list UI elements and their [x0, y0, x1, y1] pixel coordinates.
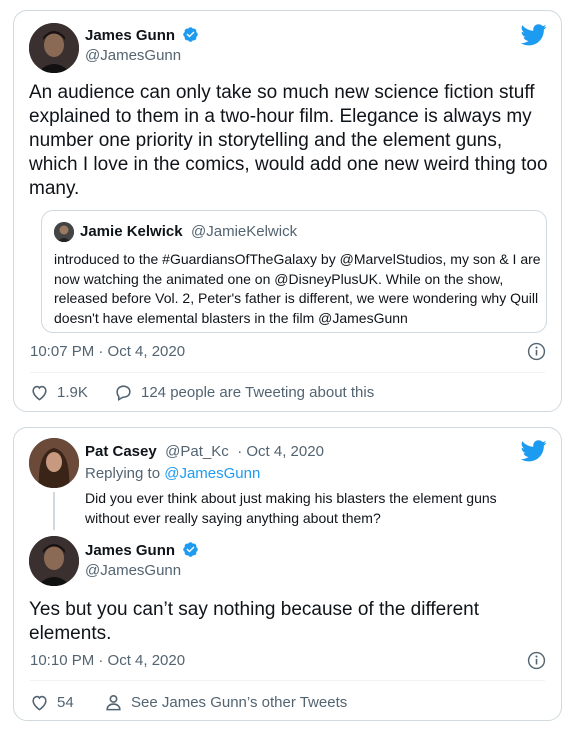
author-name-row[interactable]: James Gunn — [85, 26, 199, 45]
quoted-author-name[interactable]: Jamie Kelwick — [80, 223, 183, 240]
parent-date[interactable]: · Oct 4, 2020 — [237, 443, 324, 460]
twitter-bird-icon[interactable] — [521, 24, 547, 46]
tweet-timestamp[interactable]: 10:07 PM · Oct 4, 2020 — [30, 343, 185, 360]
profile-tweets-label: See James Gunn’s other Tweets — [131, 694, 348, 711]
like-count: 54 — [57, 694, 74, 711]
info-icon[interactable] — [527, 651, 546, 670]
quoted-author-row[interactable]: Jamie Kelwick @JamieKelwick — [80, 223, 297, 241]
reply-author-name[interactable]: James Gunn — [85, 542, 175, 559]
quoted-tweet[interactable]: Jamie Kelwick @JamieKelwick introduced t… — [41, 210, 547, 333]
replying-to-line: Replying to @JamesGunn — [85, 465, 260, 482]
parent-author-name[interactable]: Pat Casey — [85, 443, 157, 460]
tweet-text: An audience can only take so much new sc… — [29, 82, 548, 199]
parent-author-handle[interactable]: @Pat_Kc — [165, 443, 229, 460]
quoted-author-handle[interactable]: @JamieKelwick — [191, 223, 297, 240]
parent-avatar[interactable] — [29, 438, 79, 488]
parent-tweet-text: Did you ever think about just making his… — [85, 490, 497, 526]
replying-to-prefix: Replying to — [85, 465, 165, 482]
replying-to-link[interactable]: @JamesGunn — [164, 465, 260, 482]
quoted-tweet-text: introduced to the #GuardiansOfTheGalaxy … — [54, 251, 541, 326]
reply-bubble-icon — [116, 385, 131, 402]
divider — [30, 372, 545, 373]
verified-badge-icon — [183, 542, 199, 557]
reply-timestamp[interactable]: 10:10 PM · Oct 4, 2020 — [30, 652, 185, 669]
info-icon[interactable] — [527, 342, 546, 361]
heart-icon — [32, 695, 47, 711]
tweet-card-2[interactable]: Pat Casey @Pat_Kc · Oct 4, 2020 Replying… — [13, 427, 562, 721]
tweeting-about-label: 124 people are Tweeting about this — [141, 384, 375, 401]
reply-author-handle[interactable]: @JamesGunn — [85, 562, 181, 579]
reply-avatar[interactable] — [29, 536, 79, 586]
profile-tweets-link[interactable]: See James Gunn’s other Tweets — [104, 693, 347, 712]
thread-line — [53, 492, 55, 530]
like-button[interactable]: 54 — [30, 693, 74, 712]
heart-icon — [32, 385, 47, 401]
like-count: 1.9K — [57, 384, 88, 401]
tweet-card-1[interactable]: James Gunn @JamesGunn An audience can on… — [13, 10, 562, 412]
reply-author-row[interactable]: James Gunn — [85, 541, 199, 560]
person-icon — [106, 694, 121, 711]
reply-tweet-text: Yes but you can’t say nothing because of… — [29, 599, 479, 644]
tweeting-about-link[interactable]: 124 people are Tweeting about this — [114, 383, 374, 402]
twitter-bird-icon[interactable] — [521, 440, 547, 462]
avatar[interactable] — [29, 23, 79, 73]
author-handle[interactable]: @JamesGunn — [85, 47, 181, 64]
author-name[interactable]: James Gunn — [85, 27, 175, 44]
divider — [30, 680, 545, 681]
quoted-avatar[interactable] — [54, 222, 74, 242]
like-button[interactable]: 1.9K — [30, 383, 88, 402]
parent-author-row[interactable]: Pat Casey @Pat_Kc · Oct 4, 2020 — [85, 443, 324, 461]
verified-badge-icon — [183, 27, 199, 42]
